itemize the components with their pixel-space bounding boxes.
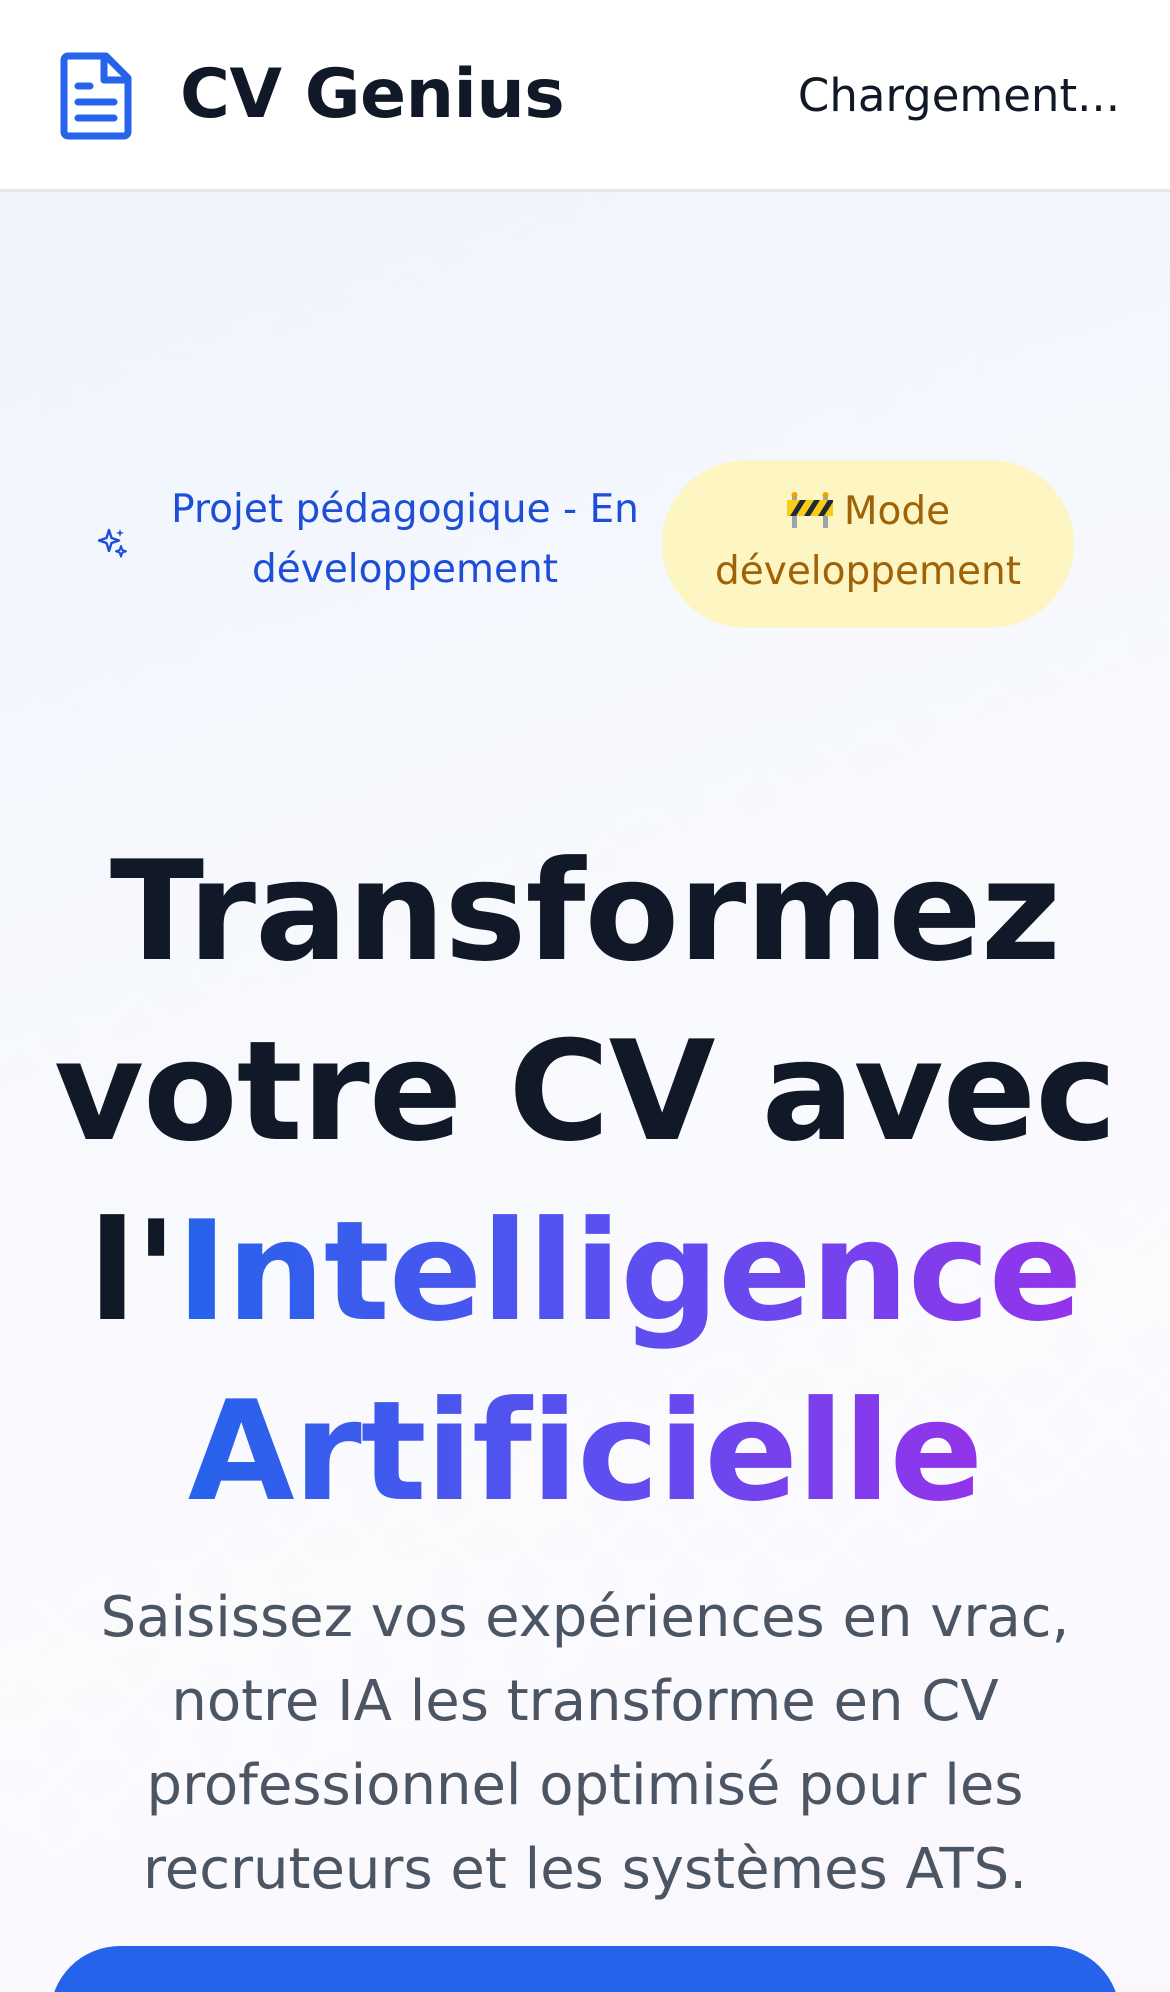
hero-title-line-2: votre CV avec — [53, 1011, 1117, 1173]
hero-title: Transformez votre CV avec l'Intelligence… — [40, 822, 1130, 1542]
hero-title-line-3: l'Intelligence — [40, 1182, 1130, 1362]
hero-title-line-4: Artificielle — [40, 1362, 1130, 1542]
cta-button[interactable] — [50, 1946, 1120, 1992]
brand-name[interactable]: CV Genius — [180, 52, 565, 138]
project-label: Projet pédagogique - En développement — [171, 487, 639, 592]
hero-title-highlight-2: Artificielle — [187, 1371, 983, 1533]
hero-title-line-1: Transformez — [109, 831, 1061, 993]
loading-status: Chargement... — [797, 69, 1120, 122]
construction-barrier-icon — [786, 492, 833, 528]
dev-mode-label: Mode développement — [714, 489, 1022, 594]
sparkles-icon — [97, 528, 127, 558]
hero-title-prefix: l' — [88, 1191, 178, 1353]
document-icon[interactable] — [60, 52, 132, 140]
hero-subtitle: Saisissez vos expériences en vrac, notre… — [100, 1585, 1070, 1902]
top-navbar: CV Genius Chargement... — [0, 0, 1170, 192]
dev-mode-badge: Mode développement — [662, 460, 1074, 628]
status-badges: Projet pédagogique - En développement Mo… — [0, 460, 1170, 628]
hero-title-highlight-1: Intelligence — [176, 1191, 1082, 1353]
